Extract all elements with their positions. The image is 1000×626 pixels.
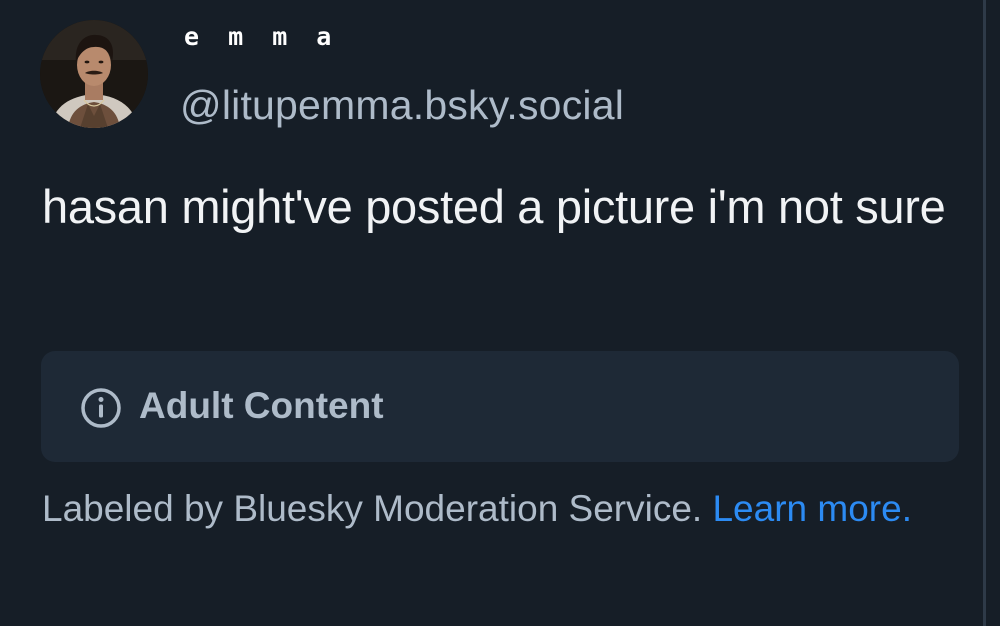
learn-more-link[interactable]: Learn more. — [712, 488, 912, 529]
post-text: hasan might've posted a picture i'm not … — [42, 180, 946, 233]
content-warning-button[interactable]: Adult Content — [41, 351, 959, 462]
column-divider — [983, 0, 986, 626]
avatar[interactable] — [40, 20, 148, 128]
author-handle[interactable]: @litupemma.bsky.social — [180, 82, 624, 129]
author-display-name[interactable]: e m m a — [184, 22, 338, 51]
moderation-notice: Labeled by Bluesky Moderation Service. L… — [42, 484, 922, 534]
info-circle-icon — [80, 387, 122, 429]
moderation-text: Labeled by Bluesky Moderation Service. — [42, 488, 703, 529]
content-warning-label: Adult Content — [139, 385, 384, 426]
